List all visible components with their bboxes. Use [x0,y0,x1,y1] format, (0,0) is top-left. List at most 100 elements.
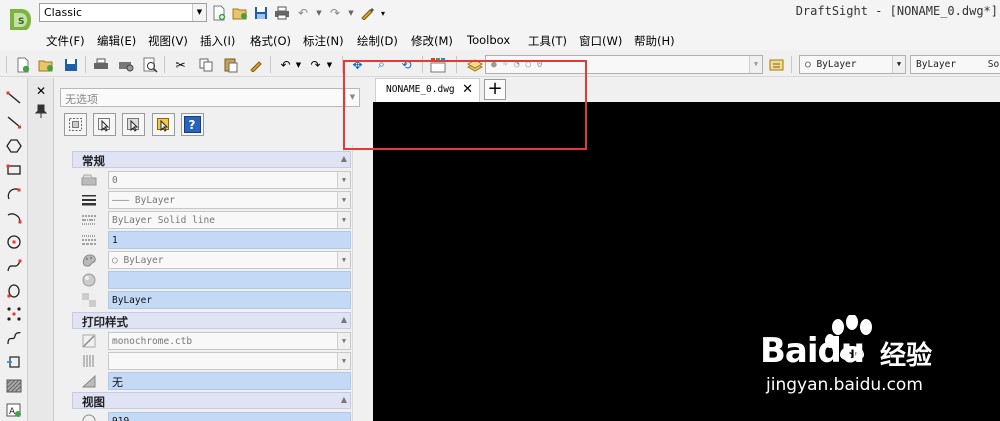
polygon-icon[interactable] [4,136,24,156]
new-file-icon[interactable] [13,55,32,74]
transparency-icon [80,272,98,288]
menu-tools[interactable]: 工具(T) [528,33,567,49]
undo-icon[interactable]: ↶ [276,55,295,74]
print-icon[interactable] [91,55,110,74]
toolbar-separator [85,56,86,73]
print-icon[interactable] [273,4,291,22]
match-properties-icon[interactable] [246,55,265,74]
section-view[interactable]: 视图 ▲ [72,392,351,409]
chevron-down-icon[interactable]: ▼ [337,333,350,349]
new-file-icon[interactable] [210,4,228,22]
open-file-icon[interactable] [231,4,249,22]
menu-help[interactable]: 帮助(H) [634,33,675,49]
layer-previous-icon[interactable] [767,55,786,74]
prop-row-lineweight: ——— ByLayer ▼ [72,190,351,210]
menu-format[interactable]: 格式(O) [250,33,291,49]
redo-icon[interactable]: ↷ [306,55,325,74]
section-general[interactable]: 常规 ▲ [72,151,351,168]
print-preview-icon[interactable] [140,55,159,74]
chevron-down-icon[interactable]: ▼ [315,4,323,22]
rectangle-icon[interactable] [4,160,24,180]
chevron-down-icon[interactable]: ▼ [337,192,350,208]
color-combo[interactable]: ○ ByLayer ▼ [799,55,906,74]
collapse-icon[interactable]: ▲ [341,315,347,324]
pin-icon[interactable] [34,104,48,118]
chevron-down-icon[interactable]: ▼ [337,353,350,369]
chevron-down-icon[interactable]: ▼ [347,4,355,22]
chevron-down-icon[interactable]: ▼ [325,55,334,74]
menu-file[interactable]: 文件(F) [46,33,85,49]
select-all-button[interactable] [64,113,87,136]
menu-modify[interactable]: 修改(M) [411,33,453,49]
collapse-icon[interactable]: ▲ [341,395,347,404]
transparency-label-field[interactable]: ByLayer [108,291,351,309]
palette-scrollbar[interactable] [352,145,364,421]
polyline-icon[interactable] [4,112,24,132]
selection-combo[interactable]: 无选项 ▼ [60,88,360,107]
print-attached-field[interactable]: 无 [108,372,351,390]
toolbar-grip[interactable] [6,56,7,73]
open-file-icon[interactable] [36,55,55,74]
copy-icon[interactable] [196,55,215,74]
menu-dimension[interactable]: 标注(N) [303,33,344,49]
chevron-down-icon[interactable]: ▼ [337,212,350,228]
redo-icon[interactable]: ↷ [326,4,344,22]
customize-menu-icon[interactable]: ▾ [379,4,387,22]
cut-icon[interactable]: ✂ [171,55,190,74]
chevron-down-icon[interactable]: ▼ [192,4,206,21]
menu-toolbox[interactable]: Toolbox [467,33,510,47]
transparency-field[interactable] [108,271,351,289]
paste-icon[interactable] [221,55,240,74]
menu-draw[interactable]: 绘制(D) [357,33,398,49]
section-print-style[interactable]: 打印样式 ▲ [72,312,351,329]
workspace-select[interactable]: Classic ▼ [39,3,207,22]
menu-view[interactable]: 视图(V) [148,33,188,49]
print-setup-icon[interactable] [116,55,135,74]
chevron-down-icon[interactable]: ▼ [892,56,905,73]
quick-select-button[interactable] [93,113,116,136]
pencil-icon[interactable] [358,4,376,22]
circle-icon[interactable] [4,232,24,252]
ellipse-arc-icon[interactable] [4,280,24,300]
chevron-down-icon[interactable]: ▼ [749,56,762,73]
print-attached-value: 无 [112,376,123,389]
spline-icon[interactable] [4,256,24,276]
collapse-icon[interactable]: ▲ [341,154,347,163]
print-table-field[interactable]: monochrome.ctb ▼ [108,332,351,350]
prop-row-print-attached: 无 [72,371,351,391]
line-icon[interactable] [4,88,24,108]
arc-icon[interactable] [4,184,24,204]
section-print-style-title: 打印样式 [82,315,128,329]
prop-row-print-style: ▼ [72,351,351,371]
help-button[interactable]: ? [181,113,204,136]
menu-bar: 文件(F) 编辑(E) 视图(V) 插入(I) 格式(O) 标注(N) 绘制(D… [0,30,1000,50]
freehand-icon[interactable] [4,328,24,348]
linestyle-field[interactable]: ByLayer Solid line ▼ [108,211,351,229]
point-icon[interactable] [4,304,24,324]
layer-field[interactable]: 0 ▼ [108,171,351,189]
text-icon[interactable]: A [4,400,24,420]
prop-row-color: ○ ByLayer ▼ [72,250,351,270]
arc-3point-icon[interactable] [4,208,24,228]
menu-window[interactable]: 窗口(W) [579,33,622,49]
select-objects-button[interactable] [152,113,175,136]
center-x-field[interactable]: 919 [108,412,351,421]
menu-insert[interactable]: 插入(I) [200,33,235,49]
undo-icon[interactable]: ↶ [294,4,312,22]
chevron-down-icon[interactable]: ▼ [337,172,350,188]
lineweight-field[interactable]: ——— ByLayer ▼ [108,191,351,209]
save-icon[interactable] [61,55,80,74]
menu-edit[interactable]: 编辑(E) [97,33,136,49]
linestyle-scale-field[interactable]: 1 [108,231,351,249]
block-icon[interactable] [4,352,24,372]
hatch-icon[interactable] [4,376,24,396]
print-style-field[interactable]: ▼ [108,352,351,370]
chevron-down-icon[interactable]: ▼ [294,55,303,74]
close-icon[interactable]: ✕ [34,84,48,98]
toolbar-separator [270,56,271,73]
toggle-pickadd-button[interactable] [122,113,145,136]
linestyle-combo[interactable]: ByLayer Soli [910,55,1000,74]
color-field[interactable]: ○ ByLayer ▼ [108,251,351,269]
chevron-down-icon[interactable]: ▼ [337,252,350,268]
save-icon[interactable] [252,4,270,22]
